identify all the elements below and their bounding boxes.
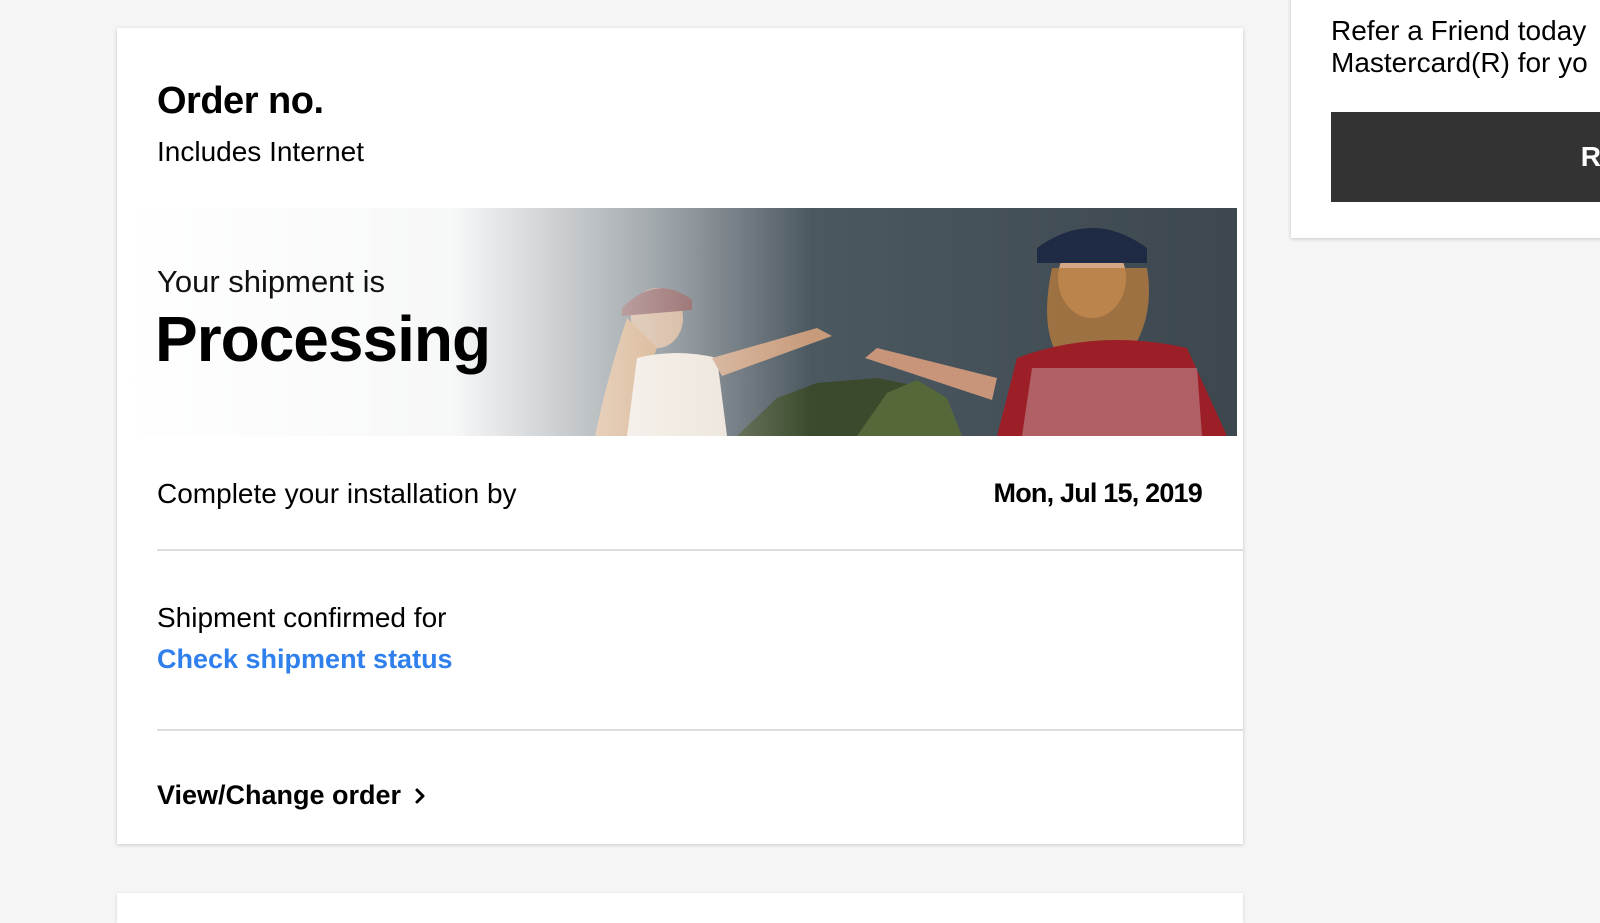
refer-friend-line-1: Refer a Friend today (1331, 15, 1587, 46)
shipment-status-prefix: Your shipment is (157, 264, 386, 299)
shipment-hero-banner: Your shipment is Processing (117, 208, 1237, 436)
refer-friend-line-2: Mastercard(R) for yo (1331, 47, 1588, 78)
divider (157, 549, 1243, 551)
refer-friend-button[interactable]: R (1331, 112, 1600, 202)
order-subtitle: Includes Internet (157, 136, 365, 167)
installation-deadline-date: Mon, Jul 15, 2019 (993, 478, 1203, 508)
check-shipment-status-link[interactable]: Check shipment status (157, 644, 453, 675)
shipment-status: Processing (155, 303, 491, 375)
shipment-confirmed-label: Shipment confirmed for (157, 602, 447, 633)
view-change-order-link[interactable]: View/Change order (157, 780, 429, 811)
next-order-card (117, 893, 1243, 923)
order-title: Order no. (157, 80, 324, 122)
refer-friend-card: Refer a Friend today Mastercard(R) for y… (1291, 0, 1600, 238)
refer-friend-text: Refer a Friend today Mastercard(R) for y… (1331, 15, 1588, 79)
view-change-order-label: View/Change order (157, 780, 402, 810)
divider (157, 729, 1243, 731)
chevron-right-icon (415, 788, 425, 803)
order-card: Order no. Includes Internet Your shipmen… (117, 28, 1243, 844)
installation-deadline-label: Complete your installation by (157, 478, 517, 509)
refer-friend-button-label: R (1580, 141, 1600, 172)
